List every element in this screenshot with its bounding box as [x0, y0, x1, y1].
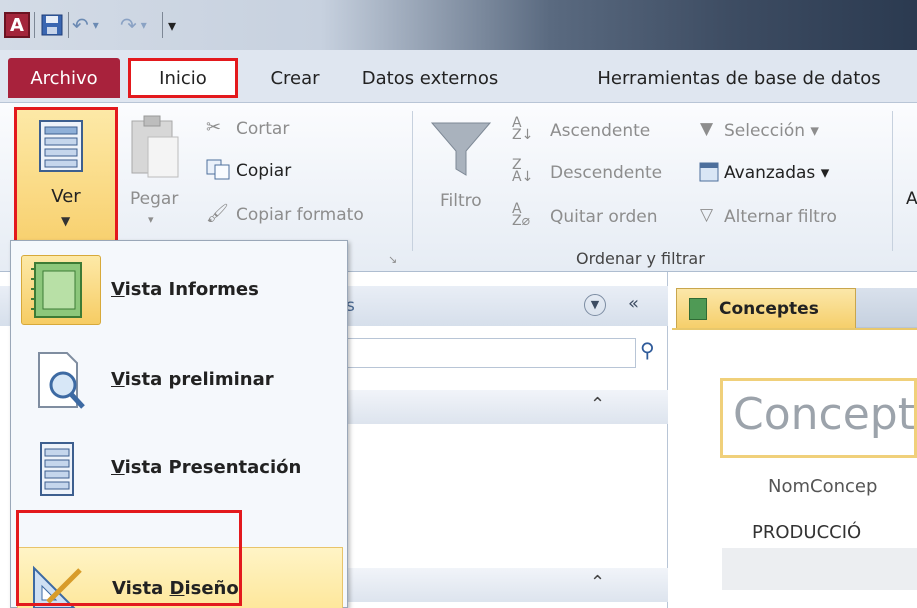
- print-preview-icon: [38, 352, 85, 409]
- copiar-formato-button[interactable]: Copiar formato: [236, 205, 364, 225]
- redo-icon[interactable]: ↷ ▾: [120, 12, 160, 38]
- customize-toolbar-icon[interactable]: ▾: [168, 12, 186, 38]
- qa-separator: [162, 12, 163, 38]
- ver-button[interactable]: Ver ▼: [14, 107, 118, 247]
- menu-item-label: Vista Informes: [111, 279, 259, 300]
- report-view-icon: [31, 262, 82, 318]
- descendente-button[interactable]: Descendente: [550, 163, 662, 183]
- dialog-launcher-icon[interactable]: ↘: [388, 253, 397, 266]
- paste-icon: [131, 115, 179, 178]
- menu-item-vista-informes[interactable]: Vista Informes: [17, 249, 343, 331]
- save-icon[interactable]: [40, 12, 64, 38]
- ascendente-button[interactable]: Ascendente: [550, 121, 650, 141]
- copy-icon: [206, 159, 230, 180]
- format-painter-icon: 🖌: [206, 203, 229, 224]
- qa-separator: [68, 12, 69, 38]
- scissors-icon: ✂: [206, 117, 222, 138]
- field-label[interactable]: NomConcep: [768, 476, 877, 497]
- menu-item-label: Vista preliminar: [111, 369, 274, 390]
- alternar-filtro-button[interactable]: Alternar filtro: [724, 207, 837, 227]
- chevron-down-icon: ▾: [148, 213, 154, 226]
- ribbon-tabs: Archivo Inicio Crear Datos externos Herr…: [0, 50, 917, 102]
- collapse-pane-icon[interactable]: «: [628, 293, 639, 314]
- selection-filter-icon: ▼: [700, 119, 714, 139]
- seleccion-label: Selección: [724, 121, 806, 141]
- group-label-ordenar-filtrar: Ordenar y filtrar: [576, 249, 705, 268]
- qa-separator: [34, 12, 35, 38]
- ver-label: Ver: [51, 186, 81, 207]
- tab-conceptes[interactable]: Conceptes: [676, 288, 856, 328]
- nav-group-header[interactable]: ⌃: [330, 390, 668, 424]
- group-separator: [892, 111, 893, 251]
- undo-icon[interactable]: ↶ ▾: [72, 12, 116, 38]
- report-row-band: [722, 548, 917, 590]
- chevron-up-icon: ⌃: [590, 394, 606, 415]
- toggle-filter-icon: ▽: [700, 205, 714, 225]
- layout-view-icon: [40, 442, 74, 496]
- chevron-down-icon[interactable]: ▼: [584, 294, 606, 316]
- chevron-down-icon: ▼: [61, 214, 71, 228]
- search-icon[interactable]: ⚲: [640, 338, 655, 362]
- title-bar: A ↶ ▾ ↷ ▾ ▾: [0, 0, 917, 50]
- tab-strip: [856, 288, 917, 328]
- copiar-button[interactable]: Copiar: [236, 161, 291, 181]
- tab-inicio[interactable]: Inicio: [128, 58, 238, 98]
- tab-herramientas-base-datos[interactable]: Herramientas de base de datos: [574, 58, 904, 98]
- cortar-button[interactable]: Cortar: [236, 119, 289, 139]
- avanzadas-button[interactable]: Avanzadas ▾: [724, 163, 829, 183]
- filtro-button[interactable]: Filtro: [440, 191, 482, 211]
- avanzadas-label: Avanzadas: [724, 163, 816, 183]
- nav-group-header[interactable]: ⌃: [330, 568, 668, 602]
- chevron-up-icon: ⌃: [590, 572, 606, 593]
- highlight-frame: [16, 510, 242, 606]
- report-title: Concepte: [733, 389, 915, 440]
- tab-crear[interactable]: Crear: [250, 58, 340, 98]
- table-view-icon: [39, 120, 83, 172]
- group-separator: [412, 111, 413, 251]
- clear-sort-icon: A Z⌀: [512, 201, 531, 229]
- menu-item-vista-presentacion[interactable]: Vista Presentación: [17, 427, 343, 509]
- menu-item-vista-preliminar[interactable]: Vista preliminar: [17, 339, 343, 421]
- tab-archivo[interactable]: Archivo: [8, 58, 120, 98]
- sort-ascending-icon: A Z↓: [512, 115, 534, 143]
- field-value[interactable]: PRODUCCIÓ: [752, 522, 861, 543]
- pegar-button[interactable]: Pegar: [130, 189, 178, 209]
- report-icon: [689, 297, 707, 320]
- doc-tab-label: Conceptes: [719, 298, 819, 319]
- nav-search-input[interactable]: [330, 338, 636, 368]
- quitar-orden-button[interactable]: Quitar orden: [550, 207, 657, 227]
- seleccion-button[interactable]: Selección ▾: [724, 121, 819, 141]
- advanced-filter-icon: [699, 162, 719, 182]
- report-title-control[interactable]: Concepte: [720, 378, 917, 458]
- access-app-icon[interactable]: A: [4, 12, 30, 38]
- filter-funnel-icon: [430, 122, 492, 176]
- menu-item-label: Vista Presentación: [111, 457, 302, 478]
- cut-off-label: A: [906, 189, 917, 209]
- sort-descending-icon: Z A↓: [512, 157, 534, 185]
- tab-datos-externos[interactable]: Datos externos: [360, 58, 500, 98]
